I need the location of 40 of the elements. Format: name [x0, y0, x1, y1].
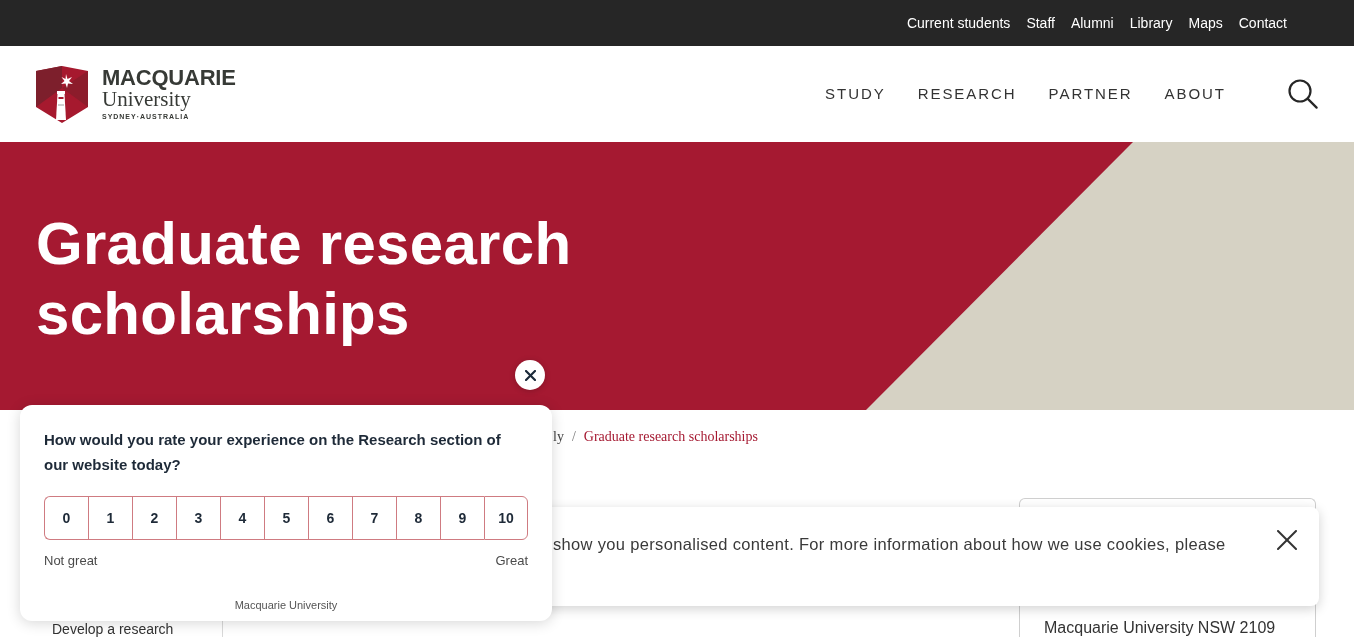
nav-link[interactable]: ABOUT [1164, 84, 1226, 104]
utility-link[interactable]: Library [1129, 14, 1173, 32]
rating-option[interactable]: 7 [352, 496, 396, 540]
nav-link[interactable]: PARTNER [1048, 84, 1133, 104]
breadcrumb-link[interactable]: Graduate research scholarships [583, 427, 758, 447]
close-button[interactable] [1277, 530, 1297, 550]
search-icon [1288, 79, 1318, 109]
rating-option[interactable]: 8 [396, 496, 440, 540]
rating-option[interactable]: 5 [264, 496, 308, 540]
rating-option[interactable]: 6 [308, 496, 352, 540]
utility-link[interactable]: Current students [906, 14, 1011, 32]
nav-link[interactable]: RESEARCH [917, 84, 1017, 104]
utility-link[interactable]: Maps [1188, 14, 1223, 32]
breadcrumb-separator: / [571, 428, 576, 446]
sidebar-link[interactable]: Develop a research [52, 621, 222, 637]
survey-footer: Macquarie University [44, 598, 528, 612]
page-title: Graduate research scholarships [36, 209, 573, 349]
crest-logo-icon [36, 65, 88, 123]
rating-option[interactable]: 4 [220, 496, 264, 540]
utility-link[interactable]: Alumni [1070, 14, 1114, 32]
rating-option[interactable]: 1 [88, 496, 132, 540]
scale-high-label: Great [495, 552, 528, 570]
search-button[interactable] [1288, 79, 1318, 109]
close-icon [524, 369, 536, 381]
logo-wordmark: MACQUARIE [102, 67, 236, 89]
rating-option[interactable]: 3 [176, 496, 220, 540]
nav-link[interactable]: STUDY [825, 84, 886, 104]
utility-link[interactable]: Staff [1026, 14, 1055, 32]
survey-question: How would you rate your experience on the Research section of our website today? [44, 430, 502, 475]
address-text: Macquarie University NSW 2109 [1044, 618, 1277, 637]
rating-option[interactable]: 10 [484, 496, 528, 540]
logo-subtitle: University [102, 89, 191, 109]
scale-low-label: Not great [44, 552, 98, 570]
utility-link[interactable]: Contact [1238, 14, 1287, 32]
close-icon [1277, 530, 1297, 550]
rating-option[interactable]: 2 [132, 496, 176, 540]
cookie-notice-text: show you personalised content. For more information about how we use cookies, please [553, 534, 1226, 554]
breadcrumb-link[interactable]: ly [553, 427, 564, 447]
rating-option[interactable]: 9 [440, 496, 484, 540]
rating-option[interactable]: 0 [44, 496, 88, 540]
